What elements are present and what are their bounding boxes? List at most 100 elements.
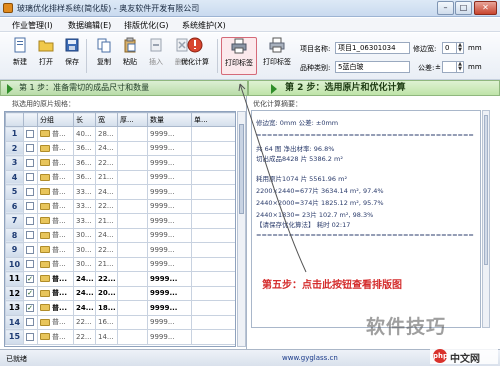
- row-checkbox[interactable]: [23, 198, 38, 214]
- close-button[interactable]: ✕: [474, 1, 497, 15]
- row-thickness[interactable]: [117, 329, 148, 345]
- row-checkbox[interactable]: [23, 184, 38, 200]
- checkbox[interactable]: [26, 202, 34, 211]
- save-button[interactable]: 保存: [58, 37, 86, 75]
- header-price[interactable]: 单...: [191, 112, 235, 127]
- summary-scrollbar[interactable]: [482, 110, 490, 328]
- menu-layout-optimize[interactable]: 排版优化(G): [124, 20, 168, 31]
- variety-field[interactable]: 5蓝白玻: [335, 61, 410, 73]
- row-number[interactable]: 10: [5, 256, 24, 272]
- row-group[interactable]: 普...: [37, 285, 74, 301]
- row-width[interactable]: 21...: [95, 256, 118, 272]
- row-length[interactable]: 33...: [73, 184, 96, 200]
- grid-scroll-thumb[interactable]: [239, 124, 244, 214]
- table-row[interactable]: 6 普... 33... 22... 9999...: [5, 198, 235, 214]
- row-group[interactable]: 普...: [37, 271, 74, 287]
- row-thickness[interactable]: [117, 213, 148, 229]
- row-group[interactable]: 普...: [37, 140, 74, 156]
- row-price[interactable]: [191, 155, 235, 171]
- row-thickness[interactable]: [117, 155, 148, 171]
- row-number[interactable]: 7: [5, 213, 24, 229]
- row-length[interactable]: 30...: [73, 256, 96, 272]
- row-group[interactable]: 普...: [37, 329, 74, 345]
- checkbox[interactable]: [26, 129, 34, 138]
- header-width[interactable]: 宽: [95, 112, 118, 127]
- print-layout-button[interactable]: 打印标签: [221, 37, 257, 75]
- row-length[interactable]: 36...: [73, 169, 96, 185]
- checkbox[interactable]: [26, 144, 34, 153]
- row-length[interactable]: 24...: [73, 271, 96, 287]
- row-group[interactable]: 普...: [37, 227, 74, 243]
- row-width[interactable]: 28...: [95, 126, 118, 142]
- checkbox[interactable]: [26, 318, 34, 327]
- row-group[interactable]: 普...: [37, 198, 74, 214]
- row-thickness[interactable]: [117, 198, 148, 214]
- row-group[interactable]: 普...: [37, 169, 74, 185]
- row-quantity[interactable]: 9999...: [147, 140, 192, 156]
- header-check[interactable]: [23, 112, 38, 127]
- menu-job-management[interactable]: 作业管理(I): [12, 20, 53, 31]
- row-number[interactable]: 14: [5, 314, 24, 330]
- status-url[interactable]: www.gyglass.cn: [282, 354, 338, 362]
- checkbox[interactable]: [26, 187, 34, 196]
- row-width[interactable]: 24...: [95, 227, 118, 243]
- row-group[interactable]: 普...: [37, 314, 74, 330]
- row-checkbox[interactable]: [23, 155, 38, 171]
- spin-arrows-icon[interactable]: ▲ ▼: [456, 43, 463, 53]
- row-quantity[interactable]: 9999...: [147, 155, 192, 171]
- checkbox[interactable]: [26, 216, 34, 225]
- header-length[interactable]: 长: [73, 112, 96, 127]
- checkbox[interactable]: [26, 260, 34, 269]
- row-quantity[interactable]: 9999...: [147, 300, 192, 316]
- row-thickness[interactable]: [117, 285, 148, 301]
- table-row[interactable]: 1 普... 40... 28... 9999...: [5, 126, 235, 142]
- row-checkbox[interactable]: ✓: [23, 300, 38, 316]
- row-quantity[interactable]: 9999...: [147, 329, 192, 345]
- row-number[interactable]: 13: [5, 300, 24, 316]
- row-length[interactable]: 36...: [73, 155, 96, 171]
- row-width[interactable]: 14...: [95, 329, 118, 345]
- checkbox[interactable]: ✓: [26, 274, 34, 283]
- step-2-tab[interactable]: 第 2 步：选用原片和优化计算: [248, 80, 500, 96]
- checkbox[interactable]: [26, 332, 34, 341]
- row-checkbox[interactable]: [23, 227, 38, 243]
- checkbox[interactable]: [26, 173, 34, 182]
- row-width[interactable]: 22...: [95, 271, 118, 287]
- row-group[interactable]: 普...: [37, 184, 74, 200]
- row-length[interactable]: 36...: [73, 140, 96, 156]
- checkbox[interactable]: [26, 245, 34, 254]
- table-row[interactable]: 3 普... 36... 22... 9999...: [5, 155, 235, 171]
- minimize-button[interactable]: –: [437, 1, 454, 15]
- row-checkbox[interactable]: ✓: [23, 285, 38, 301]
- project-name-field[interactable]: 项目1_06301034: [335, 42, 410, 54]
- tolerance-stepper[interactable]: ▲ ▼: [442, 61, 464, 73]
- row-quantity[interactable]: 9999...: [147, 198, 192, 214]
- row-quantity[interactable]: 9999...: [147, 242, 192, 258]
- row-quantity[interactable]: 9999...: [147, 184, 192, 200]
- table-row[interactable]: 4 普... 36... 21... 9999...: [5, 169, 235, 185]
- row-price[interactable]: [191, 271, 235, 287]
- row-number[interactable]: 5: [5, 184, 24, 200]
- table-row[interactable]: 12 ✓ 普... 24... 20... 9999...: [5, 285, 235, 301]
- row-quantity[interactable]: 9999...: [147, 271, 192, 287]
- table-row[interactable]: 9 普... 30... 22... 9999...: [5, 242, 235, 258]
- row-length[interactable]: 33...: [73, 213, 96, 229]
- row-number[interactable]: 4: [5, 169, 24, 185]
- row-checkbox[interactable]: [23, 242, 38, 258]
- menu-data-edit[interactable]: 数据编辑(E): [68, 20, 111, 31]
- row-group[interactable]: 普...: [37, 126, 74, 142]
- table-row[interactable]: 13 ✓ 普... 24... 18... 9999...: [5, 300, 235, 316]
- row-thickness[interactable]: [117, 184, 148, 200]
- row-checkbox[interactable]: [23, 126, 38, 142]
- table-row[interactable]: 8 普... 30... 24... 9999...: [5, 227, 235, 243]
- row-quantity[interactable]: 9999...: [147, 314, 192, 330]
- row-width[interactable]: 21...: [95, 169, 118, 185]
- checkbox[interactable]: [26, 231, 34, 240]
- row-length[interactable]: 33...: [73, 198, 96, 214]
- row-width[interactable]: 21...: [95, 213, 118, 229]
- step-1-tab[interactable]: 第 1 步：准备需切的成品尺寸和数量: [0, 80, 248, 96]
- checkbox[interactable]: [26, 158, 34, 167]
- row-number[interactable]: 2: [5, 140, 24, 156]
- row-quantity[interactable]: 9999...: [147, 256, 192, 272]
- table-row[interactable]: 15 普... 22... 14... 9999...: [5, 329, 235, 345]
